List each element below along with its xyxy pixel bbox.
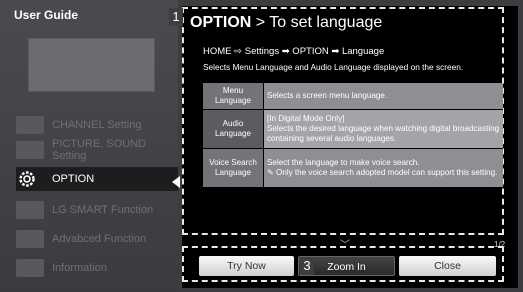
popup-description: Selects Menu Language and Audio Language… [203, 62, 464, 72]
sidebar-item-lg-smart-function[interactable]: LG SMART Function [16, 198, 178, 222]
sidebar-item-picture-sound-setting[interactable]: PICTURE, SOUND Setting [16, 138, 178, 162]
sidebar-item-information[interactable]: Information [16, 256, 178, 280]
row-label: Voice Search Language [203, 148, 264, 188]
row-value: Select the language to make voice search… [263, 148, 503, 188]
channel-icon [16, 116, 44, 134]
row-label: Audio Language [203, 109, 264, 149]
smart-icon [16, 201, 44, 219]
popup-title: OPTION > To set language [190, 14, 382, 32]
scroll-down-chevron-icon[interactable]: ﹀ [340, 236, 350, 251]
sidebar-item-channel-setting[interactable]: CHANNEL Setting [16, 113, 178, 137]
row-value: [In Digital Mode Only] Selects the desir… [263, 109, 503, 149]
gear-icon [16, 170, 44, 188]
info-icon [16, 259, 44, 277]
navigation-path: HOME ⇨ Settings ➡ OPTION ➡ Language [203, 46, 385, 57]
preview-thumbnail [28, 38, 155, 92]
table-row: Menu Language Selects a screen menu lang… [203, 83, 503, 110]
picture-sound-icon [16, 141, 44, 159]
sidebar-item-label: Advabced Function [52, 233, 147, 245]
row-label: Menu Language [203, 83, 264, 110]
language-table: Menu Language Selects a screen menu lang… [203, 83, 503, 188]
callout-1: 1 [169, 8, 183, 26]
sidebar-item-label: Information [52, 262, 108, 274]
sidebar-item-label: LG SMART Function [52, 204, 154, 216]
try-now-button[interactable]: Try Now [199, 256, 294, 276]
popup-title-menu: OPTION [190, 14, 252, 31]
sidebar-item-label: OPTION [52, 173, 95, 185]
sidebar-item-label: PICTURE, SOUND Setting [52, 138, 147, 162]
sidebar-title: User Guide [14, 8, 79, 22]
sidebar-item-label: CHANNEL Setting [52, 119, 142, 131]
sidebar: User Guide CHANNEL Setting PICTURE, SOUN… [0, 0, 178, 292]
callout-3: 3 [300, 257, 314, 275]
close-button[interactable]: Close [399, 256, 496, 276]
selection-arrow-icon [172, 176, 180, 188]
page-indicator: 1/2 [494, 240, 506, 249]
row-value: Selects a screen menu language. [263, 83, 503, 110]
table-row: Audio Language [In Digital Mode Only] Se… [203, 109, 503, 149]
sidebar-item-advanced-function[interactable]: Advabced Function [16, 227, 178, 251]
sidebar-item-option[interactable]: OPTION [16, 167, 178, 191]
popup-title-topic: > To set language [251, 14, 383, 31]
advanced-icon [16, 230, 44, 248]
table-row: Voice Search Language Select the languag… [203, 148, 503, 188]
